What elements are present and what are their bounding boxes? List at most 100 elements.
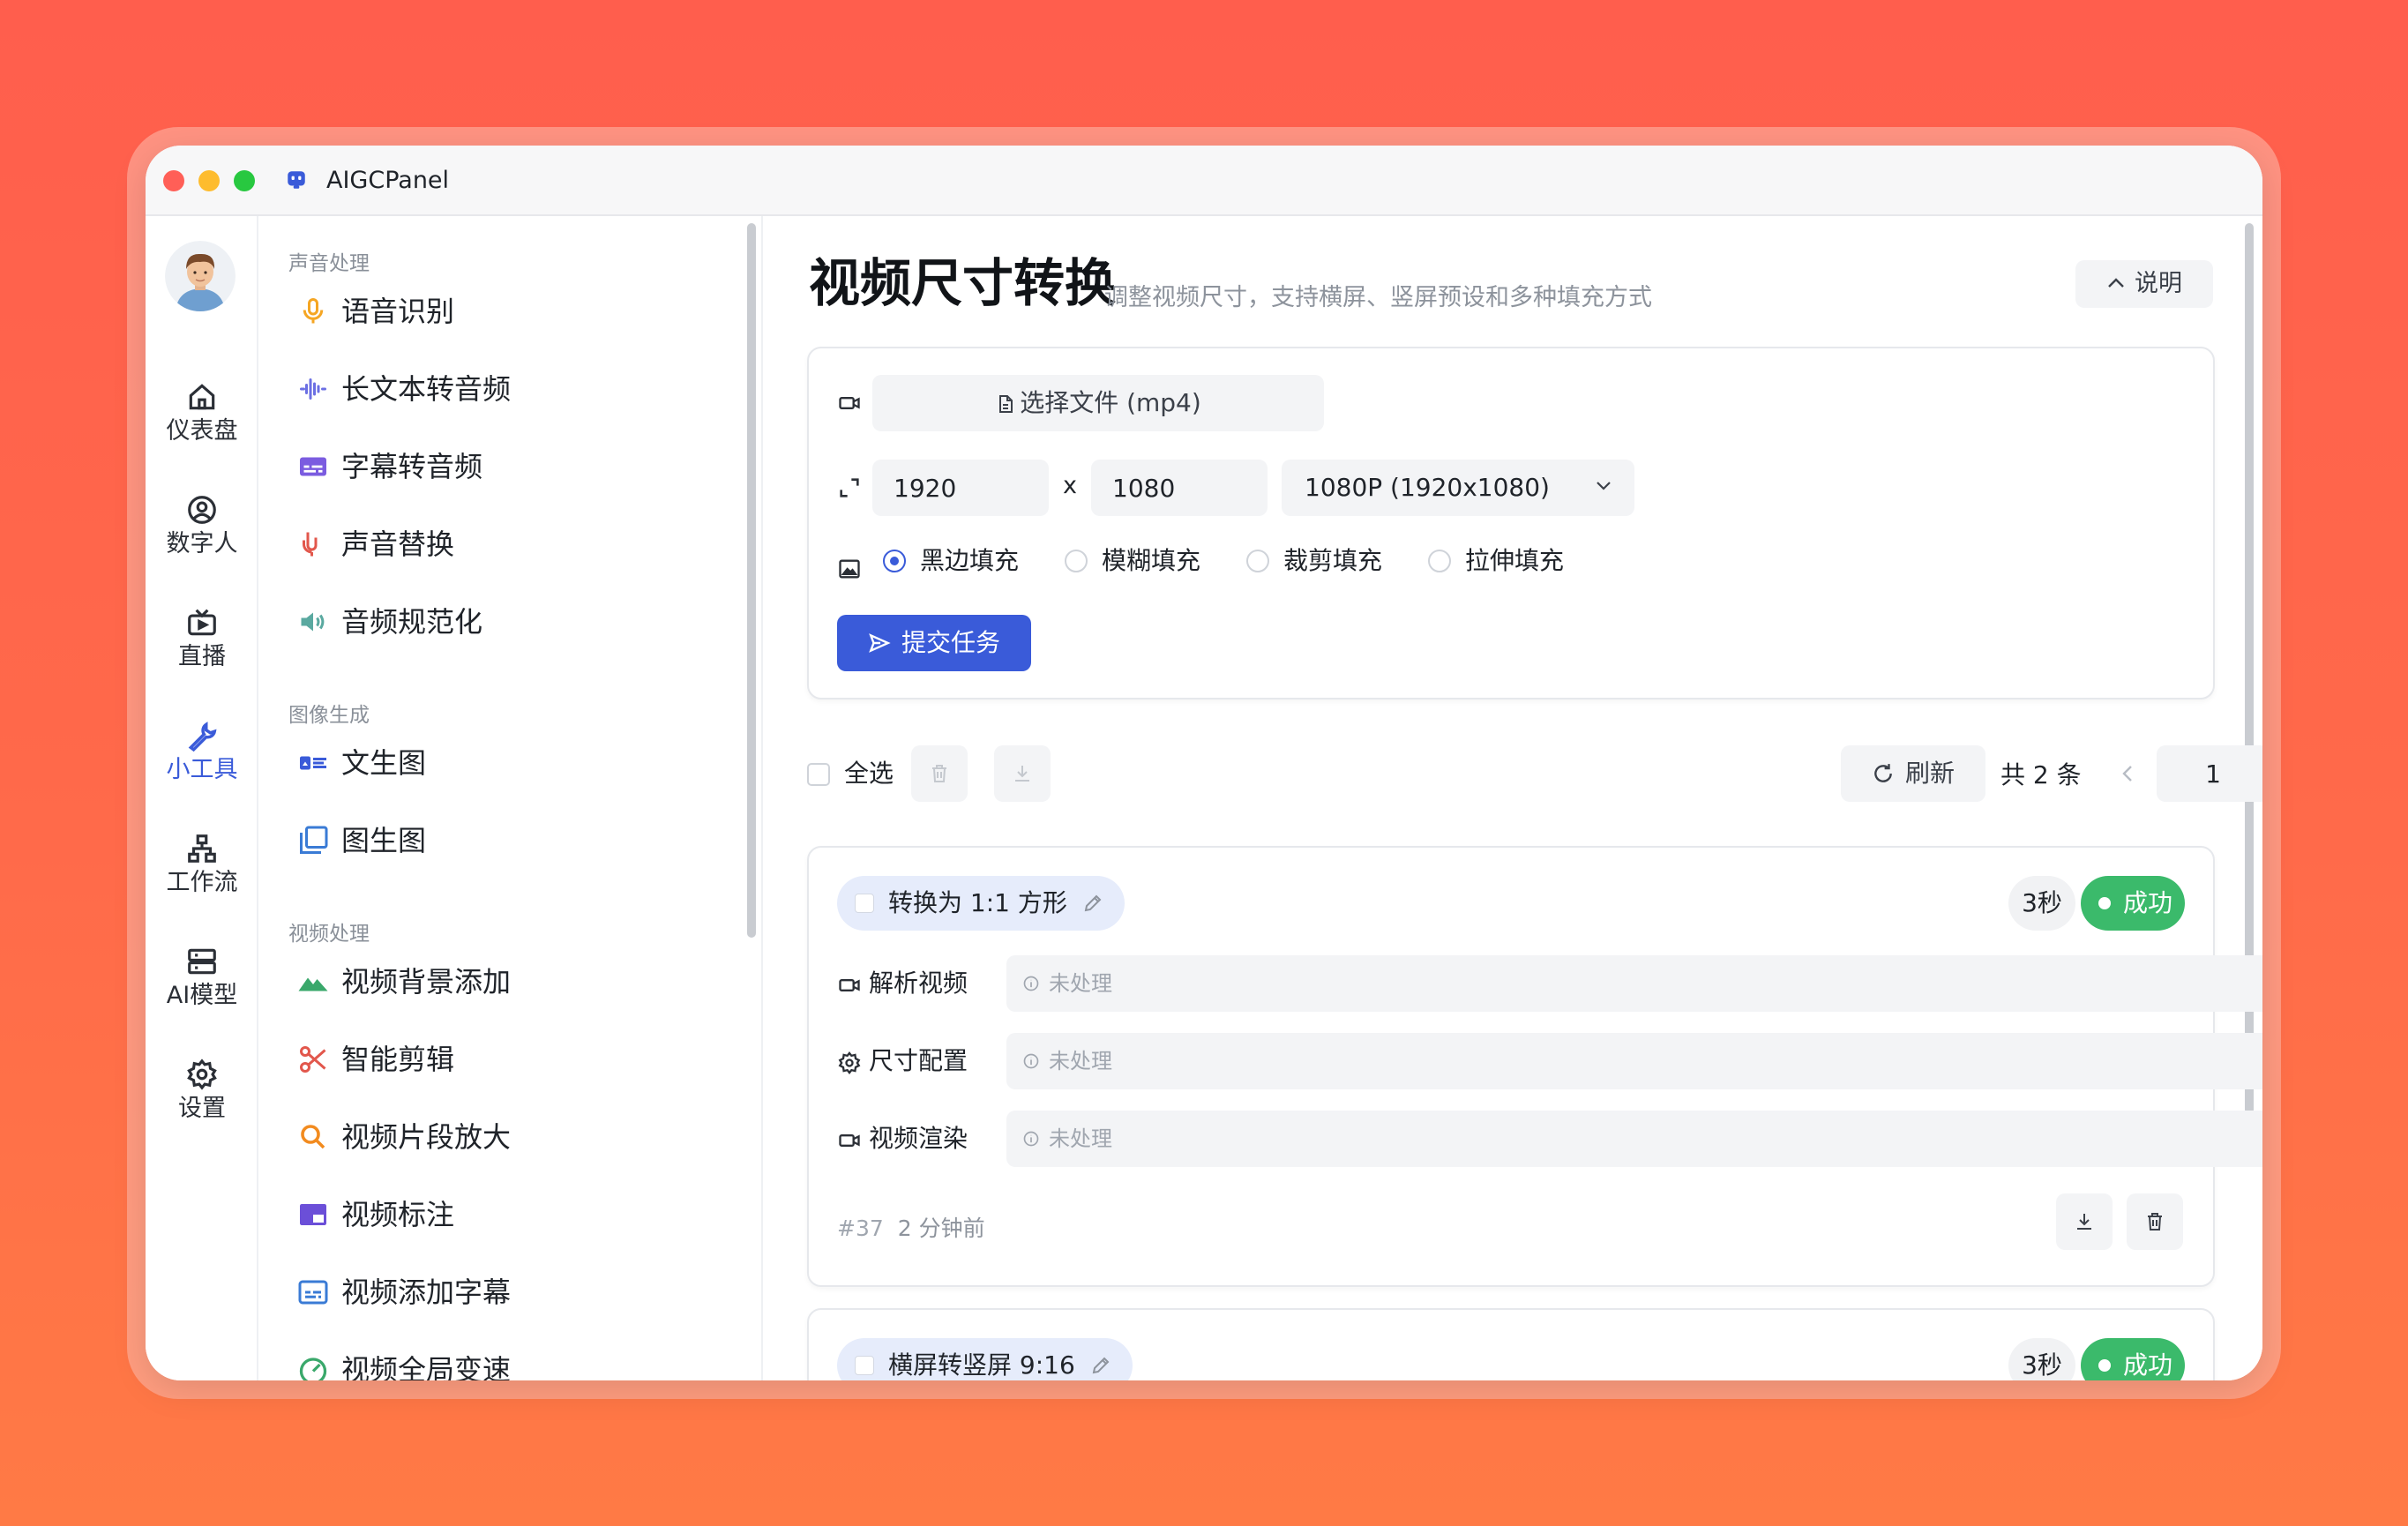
status-badge: 成功 — [2081, 1338, 2185, 1380]
edit-icon[interactable] — [1090, 1355, 1111, 1376]
video-annotate-icon — [300, 1204, 326, 1225]
nav-label: 小工具 — [166, 756, 238, 783]
trash-icon — [2148, 1213, 2162, 1231]
task-download-button[interactable] — [2056, 1193, 2113, 1250]
app-window: AIGCPanel 仪表盘 数字人 直播 小工具 工作流 AI模型 设置 声音处… — [146, 146, 2262, 1380]
nav-label: 工作流 — [166, 869, 238, 896]
nav-item-digital-human[interactable]: 数字人 — [146, 493, 258, 581]
width-input[interactable] — [872, 460, 1049, 516]
tool-item-smart-cut[interactable]: 智能剪辑 — [297, 1033, 721, 1086]
text-image-icon — [300, 756, 326, 770]
nav-item-dashboard[interactable]: 仪表盘 — [146, 380, 258, 468]
task-name: 横屏转竖屏 9:16 — [888, 1350, 1075, 1380]
zoom-window-button[interactable] — [234, 170, 255, 191]
page-subtitle: 调整视频尺寸，支持横屏、竖屏预设和多种填充方式 — [1104, 284, 1652, 311]
chevron-left-icon[interactable] — [2114, 758, 2141, 789]
tool-item-video-annotate[interactable]: 视频标注 — [297, 1188, 721, 1241]
edit-icon[interactable] — [1082, 893, 1103, 914]
tool-item-subtitle-audio[interactable]: 字幕转音频 — [297, 440, 721, 493]
image-icon — [839, 559, 860, 579]
task-delete-button[interactable] — [2127, 1193, 2183, 1250]
nav-item-workflow[interactable]: 工作流 — [146, 832, 258, 920]
tool-label: 字幕转音频 — [341, 450, 483, 483]
nav-label: 数字人 — [166, 530, 238, 557]
task-card: 转换为 1:1 方形 3秒 成功 解析视频 未处理 尺寸配置 未处理 视频渲染 … — [807, 846, 2262, 1287]
status-dot — [2098, 897, 2111, 909]
task-step-render: 视频渲染 未处理 — [837, 1111, 2262, 1169]
status-label: 成功 — [2123, 888, 2173, 917]
tool-item-text-to-image[interactable]: 文生图 — [297, 737, 721, 789]
help-button[interactable]: 说明 — [2075, 260, 2213, 308]
tool-item-image-to-image[interactable]: 图生图 — [297, 814, 721, 867]
radio-label: 模糊填充 — [1102, 546, 1201, 575]
tool-item-voice-replace[interactable]: 声音替换 — [297, 518, 721, 571]
waveform-icon — [300, 378, 326, 400]
select-all-checkbox[interactable] — [807, 763, 830, 786]
wrench-icon — [188, 722, 217, 752]
group-title-video: 视频处理 — [288, 923, 370, 946]
info-icon — [1023, 976, 1039, 991]
nav-item-ai-model[interactable]: AI模型 — [146, 945, 258, 1033]
main-nav: 仪表盘 数字人 直播 小工具 工作流 AI模型 设置 — [146, 216, 258, 1380]
video-icon — [839, 1134, 860, 1147]
refresh-button[interactable]: 刷新 — [1841, 745, 1985, 802]
tool-item-video-subtitles[interactable]: 视频添加字幕 — [297, 1266, 721, 1319]
tv-icon — [188, 609, 216, 636]
scissors-icon — [300, 1046, 326, 1073]
help-label: 说明 — [2135, 270, 2182, 297]
total-count: 共 2 条 — [2000, 760, 2082, 789]
task-select-checkbox[interactable] — [855, 1356, 874, 1375]
batch-download-button[interactable] — [994, 745, 1051, 802]
select-file-button[interactable]: 选择文件 (mp4) — [872, 375, 1324, 431]
batch-delete-button[interactable] — [911, 745, 968, 802]
speaker-icon — [301, 612, 325, 632]
radio-label: 拉伸填充 — [1465, 546, 1565, 575]
mountain-icon — [298, 977, 328, 991]
close-window-button[interactable] — [163, 170, 184, 191]
status-badge: 成功 — [2081, 876, 2185, 931]
magnifier-icon — [301, 1125, 325, 1149]
tool-item-speech-recognition[interactable]: 语音识别 — [297, 285, 721, 338]
refresh-label: 刷新 — [1904, 759, 1955, 788]
height-input[interactable] — [1091, 460, 1268, 516]
page-title: 视频尺寸转换 — [809, 253, 1117, 313]
tool-item-audio-normalize[interactable]: 音频规范化 — [297, 595, 721, 648]
nav-label: 设置 — [178, 1095, 226, 1122]
task-id: #37 — [837, 1216, 884, 1241]
nav-item-settings[interactable]: 设置 — [146, 1058, 258, 1146]
page-number-input[interactable] — [2157, 745, 2262, 802]
tools-scrollbar[interactable] — [747, 223, 756, 938]
caption-icon — [298, 1280, 328, 1305]
tool-item-video-speed[interactable]: 视频全局变速 — [297, 1343, 721, 1380]
download-icon — [2077, 1214, 2091, 1230]
task-name-chip[interactable]: 横屏转竖屏 9:16 — [837, 1338, 1133, 1380]
nav-item-live[interactable]: 直播 — [146, 606, 258, 694]
resolution-preset-select[interactable]: 1080P (1920x1080) — [1282, 460, 1634, 516]
tool-item-clip-zoom[interactable]: 视频片段放大 — [297, 1111, 721, 1163]
gear-icon — [187, 1058, 217, 1090]
info-icon — [1023, 1053, 1039, 1069]
submit-task-button[interactable]: 提交任务 — [837, 615, 1031, 671]
window-title: AIGCPanel — [326, 167, 450, 194]
radio-circle — [1428, 550, 1451, 572]
video-icon — [839, 979, 860, 991]
radio-circle — [1065, 550, 1088, 572]
duration-badge: 3秒 — [2008, 876, 2075, 931]
send-icon — [869, 633, 891, 653]
minimize-window-button[interactable] — [198, 170, 220, 191]
step-label: 解析视频 — [869, 969, 968, 998]
workflow-icon — [188, 834, 216, 863]
nav-item-tools[interactable]: 小工具 — [146, 719, 258, 807]
tool-label: 语音识别 — [341, 295, 455, 328]
status-dot — [2098, 1359, 2111, 1372]
tool-item-long-text-audio[interactable]: 长文本转音频 — [297, 363, 721, 415]
nav-label: AI模型 — [166, 982, 238, 1009]
task-step-size-config: 尺寸配置 未处理 — [837, 1033, 2262, 1091]
avatar[interactable] — [165, 241, 236, 311]
task-name-chip[interactable]: 转换为 1:1 方形 — [837, 876, 1125, 931]
tool-item-video-background[interactable]: 视频背景添加 — [297, 955, 721, 1008]
speed-icon — [299, 1358, 327, 1380]
task-select-checkbox[interactable] — [855, 894, 874, 913]
radio-circle — [883, 550, 906, 572]
select-file-label: 选择文件 (mp4) — [1020, 388, 1201, 417]
